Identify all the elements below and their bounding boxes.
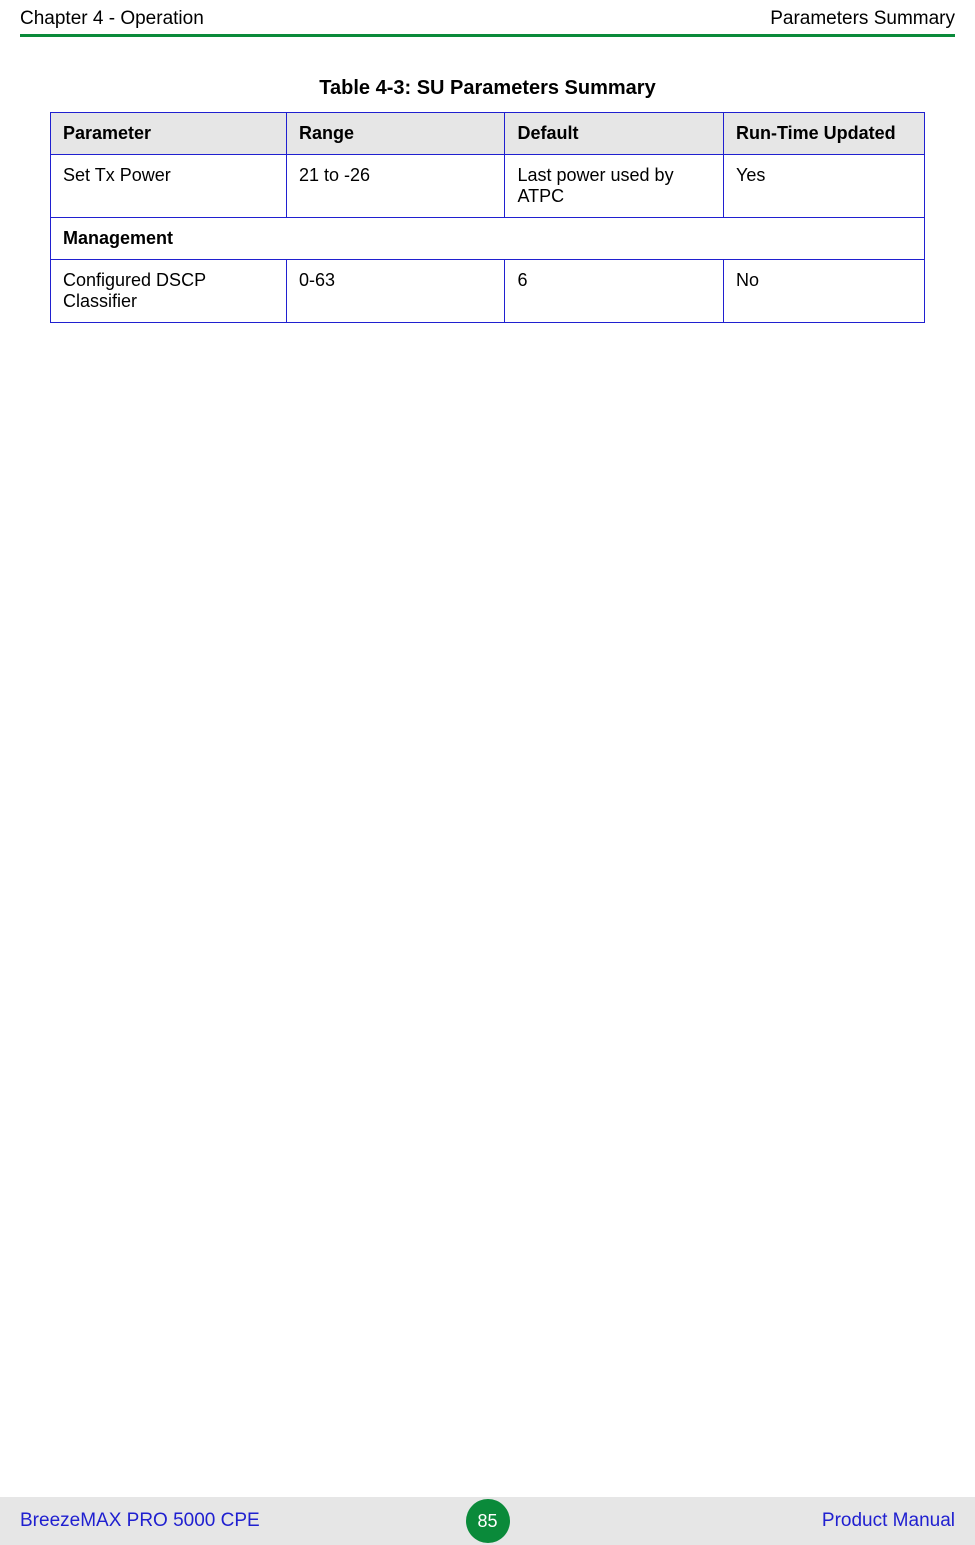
cell-range: 0-63 xyxy=(286,260,505,323)
page-number: 85 xyxy=(477,1511,497,1532)
cell-range: 21 to -26 xyxy=(286,155,505,218)
cell-runtime: Yes xyxy=(723,155,924,218)
cell-parameter: Set Tx Power xyxy=(51,155,287,218)
th-runtime: Run-Time Updated xyxy=(723,113,924,155)
footer-right: Product Manual xyxy=(822,1510,955,1532)
table-caption: Table 4-3: SU Parameters Summary xyxy=(50,77,925,100)
table-section-row: Management xyxy=(51,218,925,260)
table-row: Configured DSCP Classifier 0-63 6 No xyxy=(51,260,925,323)
page-header: Chapter 4 - Operation Parameters Summary xyxy=(0,0,975,34)
cell-parameter: Configured DSCP Classifier xyxy=(51,260,287,323)
header-right: Parameters Summary xyxy=(770,8,955,30)
cell-default: 6 xyxy=(505,260,724,323)
table-header-row: Parameter Range Default Run-Time Updated xyxy=(51,113,925,155)
th-default: Default xyxy=(505,113,724,155)
header-left: Chapter 4 - Operation xyxy=(20,8,204,30)
parameters-table: Parameter Range Default Run-Time Updated… xyxy=(50,112,925,323)
th-parameter: Parameter xyxy=(51,113,287,155)
th-range: Range xyxy=(286,113,505,155)
cell-default: Last power used by ATPC xyxy=(505,155,724,218)
footer-left: BreezeMAX PRO 5000 CPE xyxy=(20,1510,260,1532)
page-number-badge: 85 xyxy=(466,1499,510,1543)
table-row: Set Tx Power 21 to -26 Last power used b… xyxy=(51,155,925,218)
page-footer: BreezeMAX PRO 5000 CPE 85 Product Manual xyxy=(0,1497,975,1545)
content-area: Table 4-3: SU Parameters Summary Paramet… xyxy=(0,37,975,323)
section-label: Management xyxy=(51,218,925,260)
cell-runtime: No xyxy=(723,260,924,323)
